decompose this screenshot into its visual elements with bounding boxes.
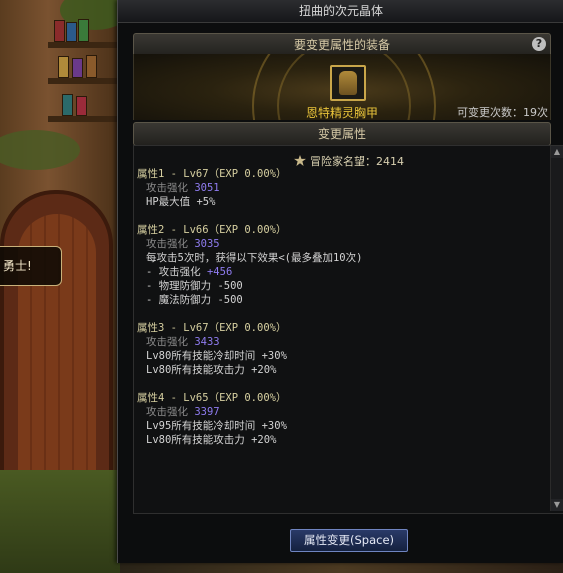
vertical-scrollbar[interactable]: ▲ ▼ [550, 146, 563, 511]
attribute-line: Lv95所有技能冷却时间 +30% [146, 420, 287, 432]
help-icon[interactable]: ? [532, 37, 546, 51]
scroll-up-arrow-icon[interactable]: ▲ [551, 146, 563, 158]
adventurer-fame: 冒险家名望：2414 [294, 153, 404, 169]
attribute-heading: 属性1 - Lv67（EXP 0.00%） [137, 168, 287, 180]
attribute-label: 攻击强化 [146, 182, 188, 194]
attribute-list-panel: 冒险家名望：2414 属性1 - Lv67（EXP 0.00%） 攻击强化 30… [133, 145, 563, 514]
attribute-line: - 物理防御力 -500 [146, 280, 243, 292]
attribute-line: Lv80所有技能冷却时间 +30% [146, 350, 287, 362]
bookshelf [48, 42, 118, 48]
attribute-heading: 属性4 - Lv65（EXP 0.00%） [137, 392, 287, 404]
chest-armor-icon [339, 71, 357, 95]
attribute-line: 每攻击5次时，获得以下效果<(最多叠加10次) [146, 252, 363, 264]
change-section-title: 变更属性 [317, 127, 366, 141]
change-section-header: 变更属性 [133, 122, 551, 146]
attribute-value: 3433 [194, 336, 220, 348]
bookshelf [48, 78, 118, 84]
attribute-label: 攻击强化 [146, 406, 188, 418]
attribute-line: 攻击强化 3035 [146, 236, 220, 251]
bookshelf [48, 116, 118, 122]
equipment-display: 恩特精灵胸甲 可变更次数：19次 [133, 54, 551, 120]
window-title[interactable]: 扭曲的次元晶体 [118, 0, 563, 23]
attribute-value: +456 [206, 266, 233, 278]
book [78, 19, 89, 42]
attribute-line: HP最大值 +5% [146, 196, 216, 208]
fame-icon [294, 155, 306, 166]
remaining-changes: 可变更次数：19次 [457, 106, 548, 119]
attribute-label: 攻击强化 [146, 238, 188, 250]
book [62, 94, 73, 116]
equipment-section-title: 要变更属性的装备 [293, 38, 390, 52]
attribute-label: - 攻击强化 [146, 266, 201, 278]
attribute-line: - 攻击强化 +456 [146, 264, 232, 279]
attribute-heading: 属性3 - Lv67（EXP 0.00%） [137, 322, 287, 334]
npc-speech-bubble: 勇士! [0, 246, 62, 286]
attribute-line: 攻击强化 3051 [146, 180, 220, 195]
book [76, 96, 87, 116]
attribute-label: 攻击强化 [146, 336, 188, 348]
attribute-value: 3397 [194, 406, 220, 418]
attribute-line: - 魔法防御力 -500 [146, 294, 243, 306]
equipment-slot[interactable] [330, 65, 366, 101]
book [66, 22, 77, 42]
adventurer-fame-text: 冒险家名望：2414 [310, 155, 404, 168]
attribute-line: Lv80所有技能攻击力 +20% [146, 434, 277, 446]
attribute-value: 3051 [194, 182, 220, 194]
change-attribute-button[interactable]: 属性变更(Space) [290, 529, 408, 552]
book [86, 55, 97, 78]
ground-foliage [0, 470, 120, 573]
book [54, 20, 65, 42]
attribute-heading: 属性2 - Lv66（EXP 0.00%） [137, 224, 287, 236]
dimension-crystal-window: 扭曲的次元晶体 要变更属性的装备 ? 恩特精灵胸甲 可变更次数：19次 变更属性… [117, 0, 563, 563]
attribute-line: 攻击强化 3433 [146, 334, 220, 349]
attribute-value: 3035 [194, 238, 220, 250]
attribute-line: 攻击强化 3397 [146, 404, 220, 419]
book [58, 56, 69, 78]
book [72, 58, 83, 78]
scroll-down-arrow-icon[interactable]: ▼ [551, 499, 563, 511]
attribute-line: Lv80所有技能攻击力 +20% [146, 364, 277, 376]
